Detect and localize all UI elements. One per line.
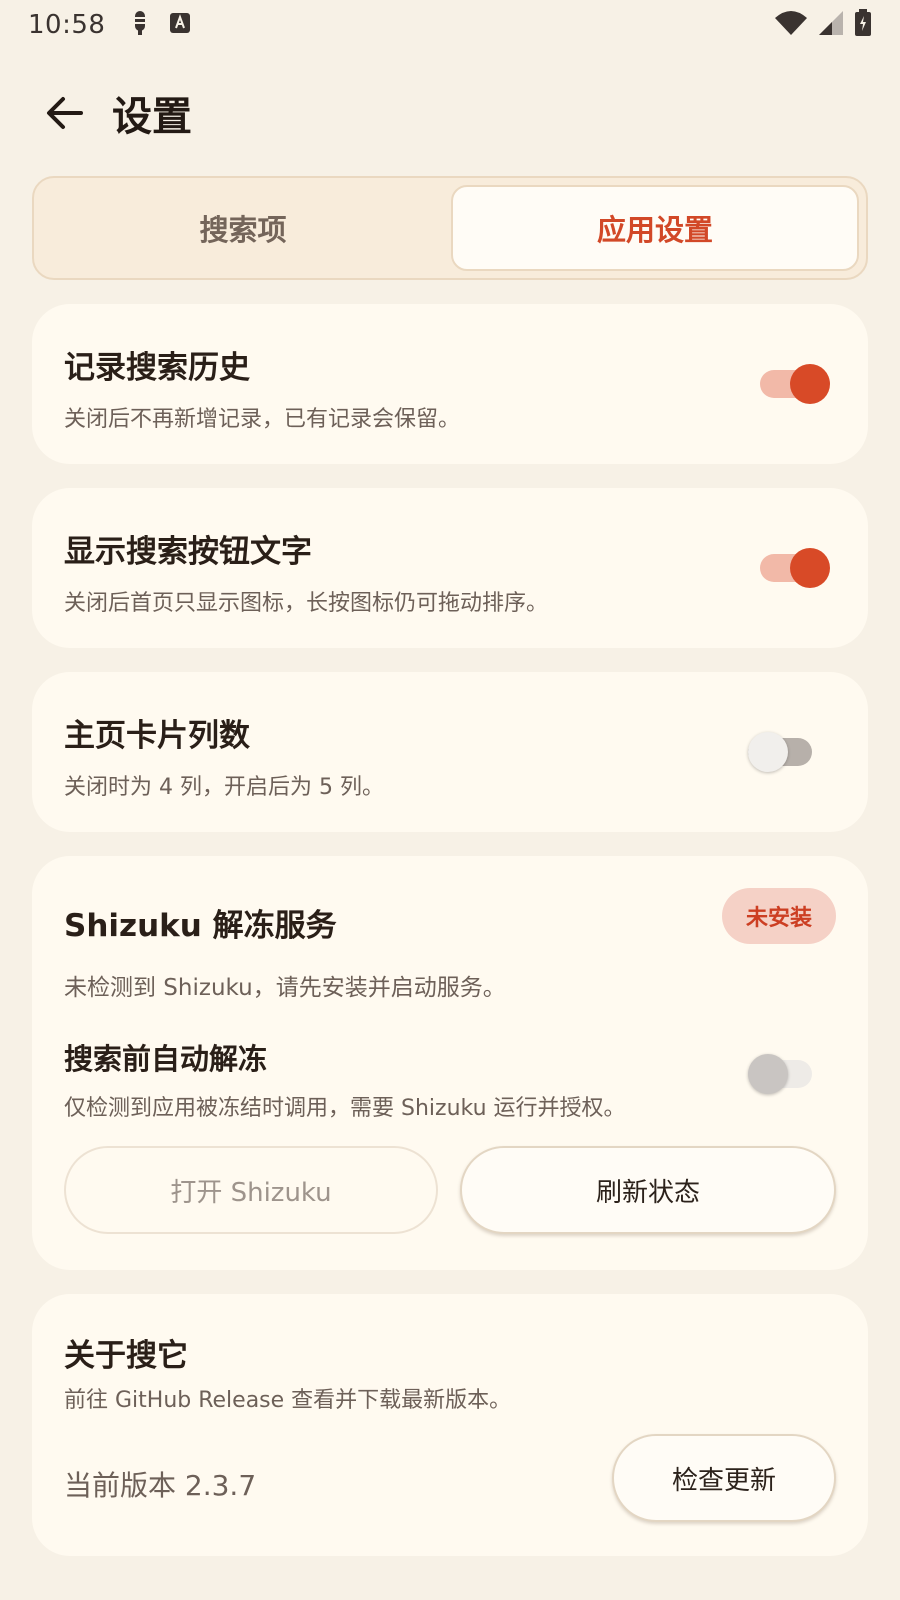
history-toggle[interactable]	[760, 364, 830, 404]
auto-unfreeze-toggle[interactable]	[748, 1054, 818, 1094]
back-button[interactable]	[30, 78, 100, 148]
auto-unfreeze-title: 搜索前自动解冻	[64, 1042, 268, 1076]
tab-search-items[interactable]: 搜索项	[41, 185, 445, 271]
button-text-setting-title: 显示搜索按钮文字	[64, 534, 312, 570]
shizuku-card: Shizuku 解冻服务 未安装 未检测到 Shizuku，请先安装并启动服务。…	[32, 856, 868, 1270]
auto-unfreeze-subtitle: 仅检测到应用被冻结时调用，需要 Shizuku 运行并授权。	[64, 1096, 626, 1121]
wifi-icon	[774, 10, 808, 40]
history-setting-subtitle: 关闭后不再新增记录，已有记录会保留。	[64, 407, 461, 432]
button-text-toggle[interactable]	[760, 548, 830, 588]
about-subtitle: 前往 GitHub Release 查看并下载最新版本。	[64, 1388, 512, 1413]
status-bar: 10:58	[0, 0, 900, 50]
about-card: 关于搜它 前往 GitHub Release 查看并下载最新版本。 当前版本 2…	[32, 1294, 868, 1556]
shizuku-status-badge: 未安装	[721, 888, 836, 944]
check-update-button[interactable]: 检查更新	[612, 1434, 836, 1522]
open-shizuku-button[interactable]: 打开 Shizuku	[64, 1146, 438, 1234]
current-version: 当前版本 2.3.7	[64, 1469, 257, 1502]
refresh-status-button[interactable]: 刷新状态	[460, 1146, 836, 1234]
status-time: 10:58	[28, 10, 106, 40]
signal-icon	[818, 10, 844, 40]
button-text-setting-subtitle: 关闭后首页只显示图标，长按图标仍可拖动排序。	[64, 591, 549, 616]
shizuku-description: 未检测到 Shizuku，请先安装并启动服务。	[64, 975, 506, 1001]
page-title: 设置	[112, 93, 192, 140]
about-title: 关于搜它	[64, 1338, 188, 1374]
arrow-back-icon	[47, 96, 83, 129]
text-icon	[169, 12, 191, 38]
settings-tabs: 搜索项 应用设置	[32, 176, 868, 280]
columns-setting-subtitle: 关闭时为 4 列，开启后为 5 列。	[64, 775, 384, 800]
button-text-setting-card: 显示搜索按钮文字 关闭后首页只显示图标，长按图标仍可拖动排序。	[32, 488, 868, 648]
columns-toggle[interactable]	[748, 732, 818, 772]
columns-setting-title: 主页卡片列数	[64, 718, 250, 754]
app-bar: 设置	[0, 70, 900, 155]
history-setting-title: 记录搜索历史	[64, 350, 250, 386]
tab-app-settings[interactable]: 应用设置	[451, 185, 859, 271]
notification-icon	[129, 10, 151, 40]
history-setting-card: 记录搜索历史 关闭后不再新增记录，已有记录会保留。	[32, 304, 868, 464]
columns-setting-card: 主页卡片列数 关闭时为 4 列，开启后为 5 列。	[32, 672, 868, 832]
battery-icon	[854, 9, 872, 41]
shizuku-title: Shizuku 解冻服务	[64, 908, 337, 944]
